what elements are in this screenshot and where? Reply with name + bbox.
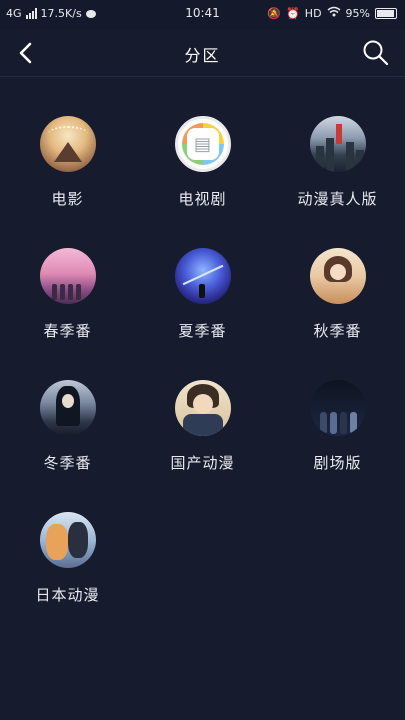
domestic-anime-thumbnail xyxy=(174,380,231,436)
category-label: 动漫真人版 xyxy=(297,190,378,208)
movie-thumbnail xyxy=(39,116,96,172)
summer-season-thumbnail xyxy=(174,248,231,304)
category-label: 日本动漫 xyxy=(35,586,100,604)
status-bar: 4G 17.5K/s 10:41 🔕 ⏰ HD 95% xyxy=(0,0,405,30)
theatrical-thumbnail xyxy=(309,380,366,436)
tv-series-thumbnail: ▤ xyxy=(174,116,231,172)
hd-indicator: HD xyxy=(304,6,322,20)
mute-icon: 🔕 xyxy=(267,6,282,20)
category-live-action[interactable]: 动漫真人版 xyxy=(270,110,405,230)
category-domestic-anime[interactable]: 国产动漫 xyxy=(135,374,270,494)
category-label: 电视剧 xyxy=(178,190,227,208)
spring-season-thumbnail xyxy=(39,248,96,304)
category-label: 剧场版 xyxy=(313,454,362,472)
battery-icon xyxy=(375,7,397,19)
category-autumn[interactable]: 秋季番 xyxy=(270,242,405,362)
live-action-thumbnail xyxy=(309,116,366,172)
japanese-anime-thumbnail xyxy=(39,512,96,568)
category-tv-series[interactable]: ▤ 电视剧 xyxy=(135,110,270,230)
category-japanese-anime[interactable]: 日本动漫 xyxy=(0,506,135,626)
category-label: 电影 xyxy=(51,190,84,208)
category-label: 春季番 xyxy=(43,322,92,340)
category-label: 国产动漫 xyxy=(170,454,235,472)
category-winter[interactable]: 冬季番 xyxy=(0,374,135,494)
autumn-season-thumbnail xyxy=(309,248,366,304)
search-icon xyxy=(363,40,389,66)
header: 分区 xyxy=(0,30,405,77)
category-summer[interactable]: 夏季番 xyxy=(135,242,270,362)
category-theatrical[interactable]: 剧场版 xyxy=(270,374,405,494)
winter-season-thumbnail xyxy=(39,380,96,436)
category-label: 秋季番 xyxy=(313,322,362,340)
category-label: 冬季番 xyxy=(43,454,92,472)
category-spring[interactable]: 春季番 xyxy=(0,242,135,362)
battery-percent: 95% xyxy=(345,6,370,20)
search-button[interactable] xyxy=(361,38,391,68)
screen: 4G 17.5K/s 10:41 🔕 ⏰ HD 95% 分区 电影 ▤ 电视剧 … xyxy=(0,0,405,720)
category-label: 夏季番 xyxy=(178,322,227,340)
status-right: 🔕 ⏰ HD 95% xyxy=(267,6,397,20)
page-title: 分区 xyxy=(184,46,221,65)
category-movie[interactable]: 电影 xyxy=(0,110,135,230)
alarm-icon: ⏰ xyxy=(286,6,300,20)
wifi-icon xyxy=(327,6,341,20)
